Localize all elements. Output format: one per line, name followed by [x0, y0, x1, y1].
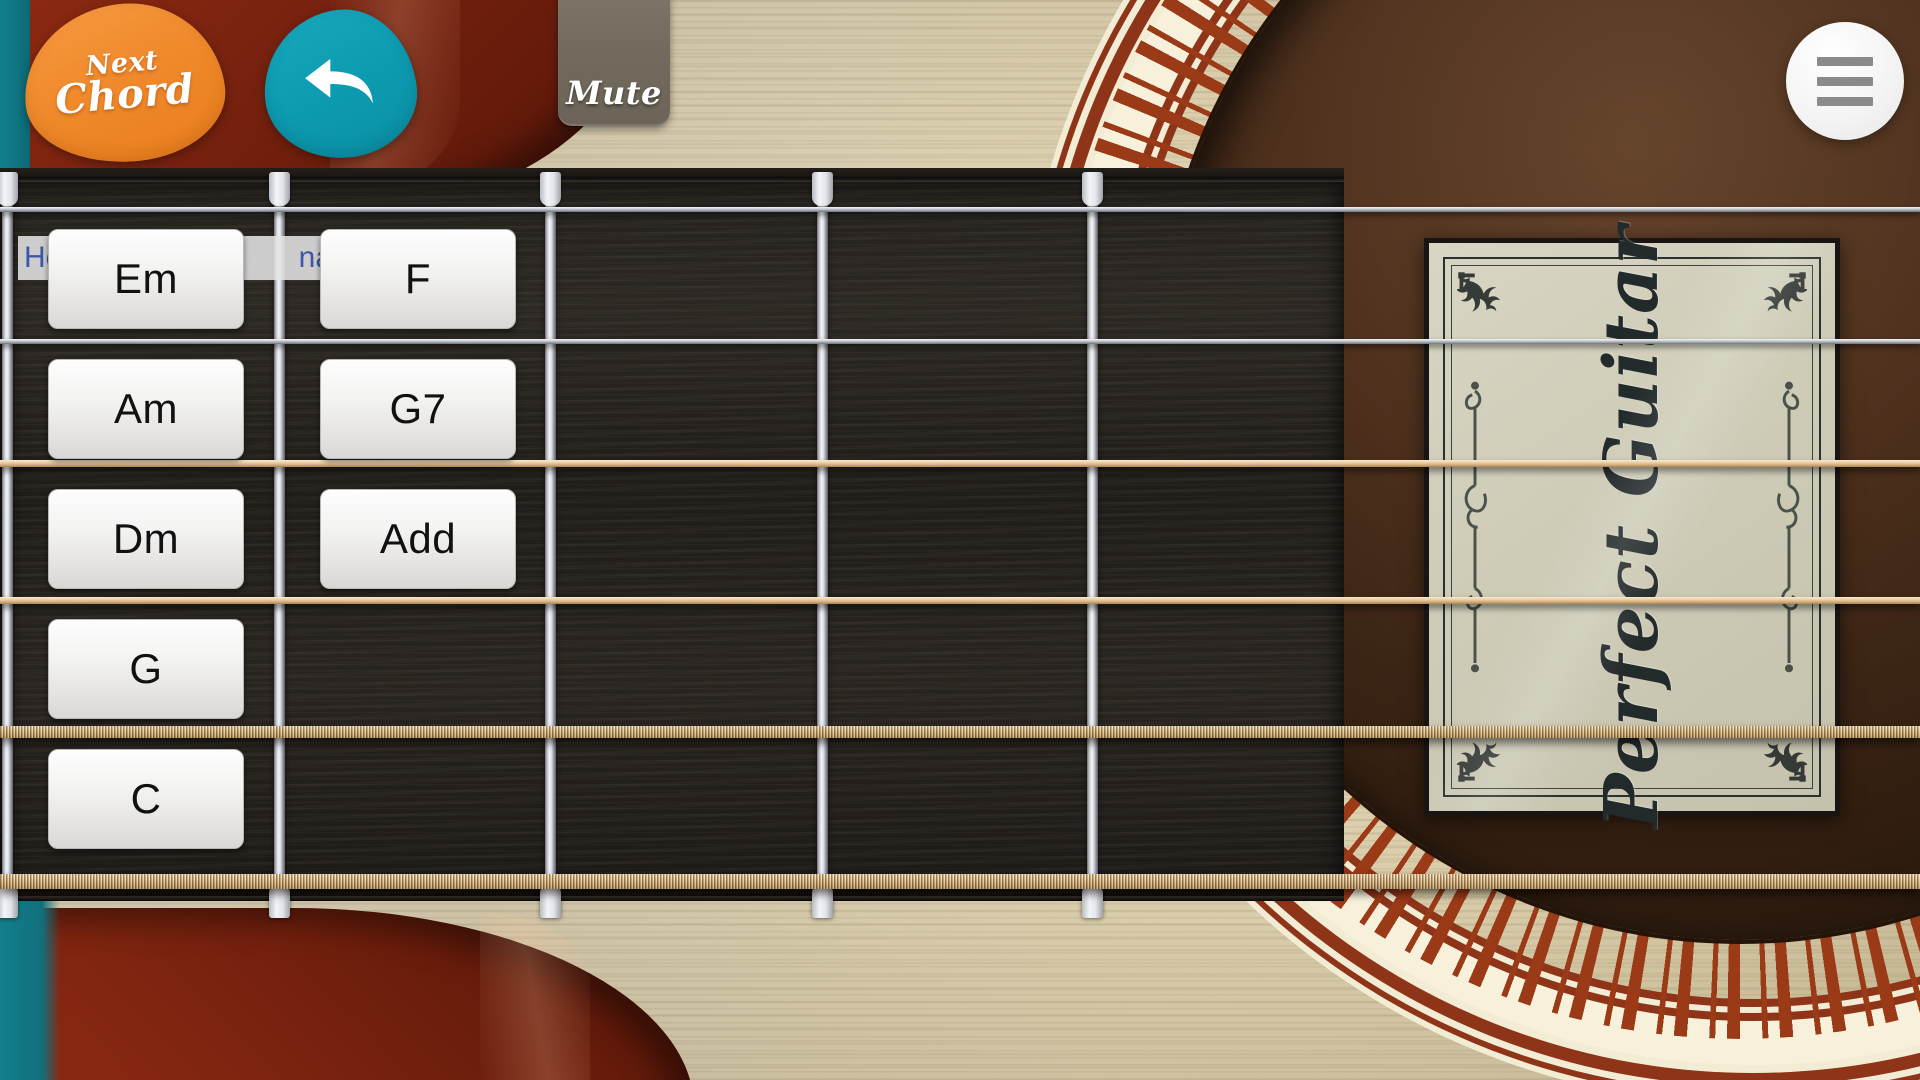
- fret-marker-bottom: [1082, 884, 1103, 918]
- hamburger-menu-icon: [1817, 96, 1873, 106]
- fret-wire: [1087, 178, 1098, 900]
- chord-button-f[interactable]: F: [320, 229, 516, 329]
- back-arrow-icon: [305, 58, 373, 104]
- corner-flourish-icon: [1457, 742, 1501, 782]
- next-chord-label-line2: Chord: [53, 64, 197, 124]
- fret-wire: [274, 178, 285, 900]
- side-flourish-icon: [1464, 381, 1487, 673]
- fret-marker-top: [269, 172, 290, 206]
- next-chord-button[interactable]: Next Chord: [16, 0, 232, 173]
- side-flourish-icon: [1777, 381, 1800, 673]
- chord-button-dm[interactable]: Dm: [48, 489, 244, 589]
- fret-marker-top: [1082, 172, 1103, 206]
- fret-wire: [2, 178, 13, 900]
- guitar-string-2[interactable]: [0, 339, 1920, 344]
- chord-button-add[interactable]: Add: [320, 489, 516, 589]
- chord-button-g7[interactable]: G7: [320, 359, 516, 459]
- fret-marker-top: [540, 172, 561, 206]
- guitar-app-screen: Perfect Guitar Ho nam Em Am Dm G C: [0, 0, 1920, 1080]
- fret-marker-bottom: [540, 884, 561, 918]
- corner-flourish-icon: [1763, 272, 1807, 312]
- mute-button[interactable]: Mute: [558, 0, 670, 126]
- fret-marker-bottom: [812, 884, 833, 918]
- next-chord-label: Next Chord: [52, 45, 197, 124]
- back-button[interactable]: [256, 2, 424, 166]
- fret-marker-top: [812, 172, 833, 206]
- guitar-string-3[interactable]: [0, 460, 1920, 467]
- soundhole-label-text: Perfect Guitar: [1589, 225, 1675, 829]
- chord-button-c[interactable]: C: [48, 749, 244, 849]
- guitar-string-4[interactable]: [0, 597, 1920, 604]
- fret-marker-bottom: [0, 884, 18, 918]
- chord-button-g[interactable]: G: [48, 619, 244, 719]
- guitar-string-5[interactable]: [0, 726, 1920, 738]
- fret-wire: [817, 178, 828, 900]
- fretboard-edge-bottom: [0, 896, 1344, 901]
- hamburger-menu-icon: [1817, 56, 1873, 66]
- fret-wire: [545, 178, 556, 900]
- hamburger-menu-icon: [1817, 76, 1873, 86]
- guitar-string-1[interactable]: [0, 207, 1920, 212]
- chord-button-am[interactable]: Am: [48, 359, 244, 459]
- mute-button-label: Mute: [566, 74, 662, 112]
- menu-button[interactable]: [1786, 22, 1904, 140]
- chord-button-em[interactable]: Em: [48, 229, 244, 329]
- fret-marker-top: [0, 172, 18, 206]
- fret-marker-bottom: [269, 884, 290, 918]
- corner-flourish-icon: [1457, 272, 1501, 312]
- corner-flourish-icon: [1763, 742, 1807, 782]
- fretboard-edge-top: [0, 178, 1344, 182]
- guitar-string-6[interactable]: [0, 874, 1920, 889]
